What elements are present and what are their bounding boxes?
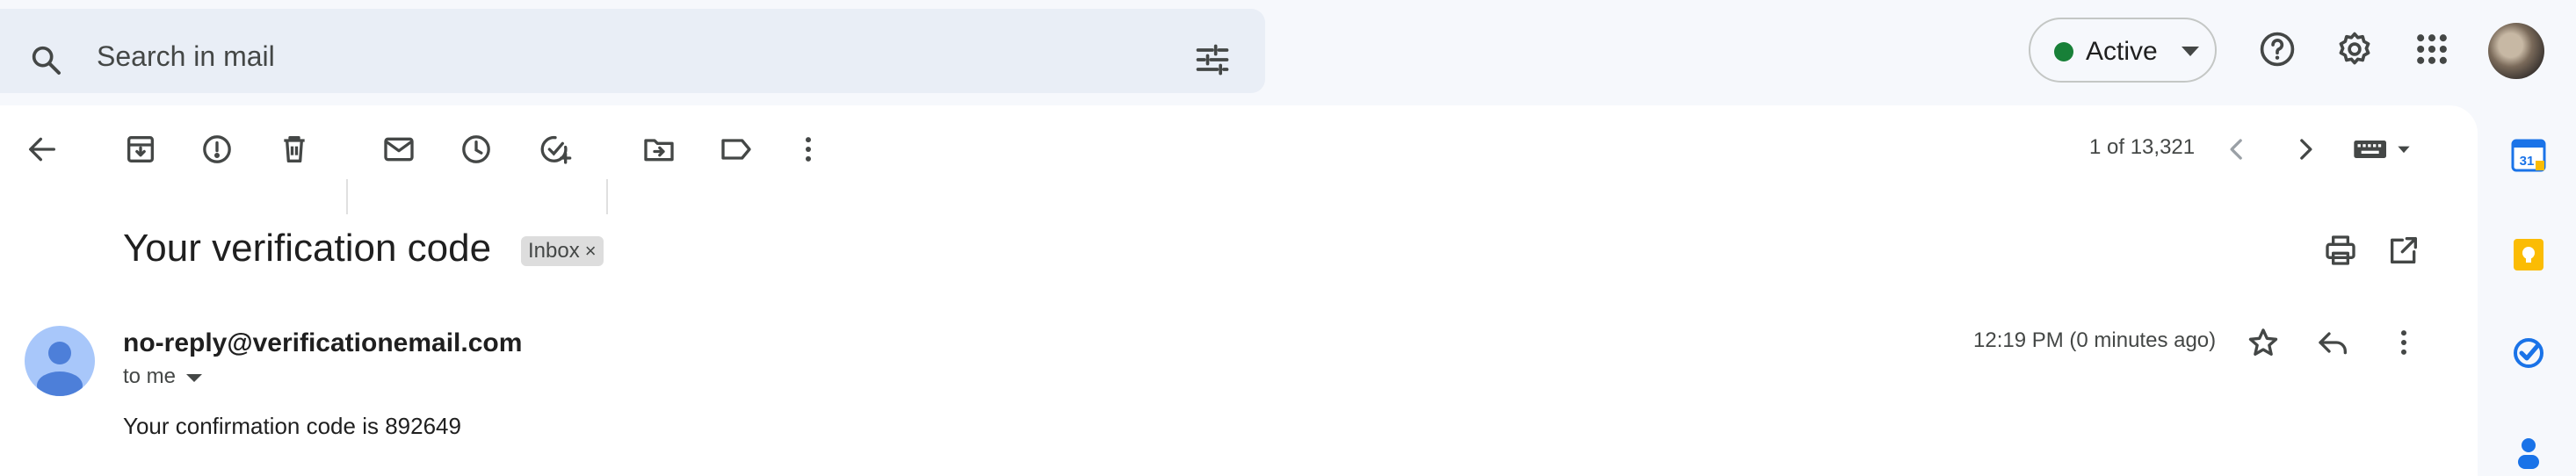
toolbar-divider <box>606 179 608 214</box>
toolbar-divider <box>346 179 348 214</box>
message-subject: Your verification code <box>123 227 492 270</box>
archive-icon[interactable] <box>123 132 158 167</box>
search-options-icon[interactable] <box>1193 40 1232 83</box>
status-dot <box>2054 42 2073 61</box>
sender-email[interactable]: no-reply@verificationemail.com <box>123 328 522 358</box>
reply-icon[interactable] <box>2316 325 2351 360</box>
message-more-vert-icon[interactable] <box>2386 325 2421 360</box>
tasks-icon[interactable] <box>2511 335 2546 371</box>
account-avatar[interactable] <box>2488 23 2544 79</box>
status-dropdown[interactable]: Active <box>2029 18 2217 83</box>
input-tools-keyboard-icon[interactable] <box>2351 132 2421 167</box>
move-to-icon[interactable] <box>641 132 677 167</box>
print-icon[interactable] <box>2323 233 2358 268</box>
star-icon[interactable] <box>2246 325 2281 360</box>
message-timestamp: 12:19 PM (0 minutes ago) <box>1973 328 2217 352</box>
newer-chevron-left-icon[interactable] <box>2219 132 2254 167</box>
label-chip-text: Inbox <box>528 239 580 263</box>
snooze-icon[interactable] <box>459 132 494 167</box>
recipient-summary[interactable]: to me <box>123 364 176 389</box>
chevron-down-icon <box>2182 46 2199 61</box>
search-bar[interactable]: Search in mail <box>0 9 1265 93</box>
report-spam-icon[interactable] <box>199 132 235 167</box>
calendar-icon[interactable]: 31 <box>2511 138 2546 173</box>
status-label: Active <box>2086 37 2158 66</box>
add-to-tasks-icon[interactable] <box>538 132 573 167</box>
sender-avatar <box>25 326 95 396</box>
show-details-chevron-down-icon[interactable] <box>186 371 202 387</box>
inbox-label-chip[interactable]: Inbox × <box>521 236 604 266</box>
settings-gear-icon[interactable] <box>2335 30 2374 69</box>
search-icon[interactable] <box>28 42 63 82</box>
help-icon[interactable] <box>2258 30 2297 69</box>
open-in-new-window-icon[interactable] <box>2386 233 2421 268</box>
remove-label-close-icon[interactable]: × <box>585 240 597 263</box>
keep-icon[interactable] <box>2511 237 2546 272</box>
delete-icon[interactable] <box>277 132 312 167</box>
search-input[interactable]: Search in mail <box>97 40 275 73</box>
message-body: Your confirmation code is 892649 <box>123 413 461 439</box>
gmail-app: Search in mail Active 1 of 13,321 Your v… <box>0 0 2576 476</box>
calendar-day-text: 31 <box>2520 154 2535 169</box>
pagination-count: 1 of 13,321 <box>2089 135 2196 159</box>
contacts-icon[interactable] <box>2511 434 2546 469</box>
label-icon[interactable] <box>719 132 754 167</box>
more-vert-icon[interactable] <box>791 132 826 167</box>
message-view: 1 of 13,321 Your verification code Inbox… <box>0 105 2478 476</box>
older-chevron-right-icon[interactable] <box>2288 132 2323 167</box>
mark-unread-icon[interactable] <box>381 132 416 167</box>
google-apps-icon[interactable] <box>2413 30 2451 69</box>
back-arrow-icon[interactable] <box>25 132 60 167</box>
